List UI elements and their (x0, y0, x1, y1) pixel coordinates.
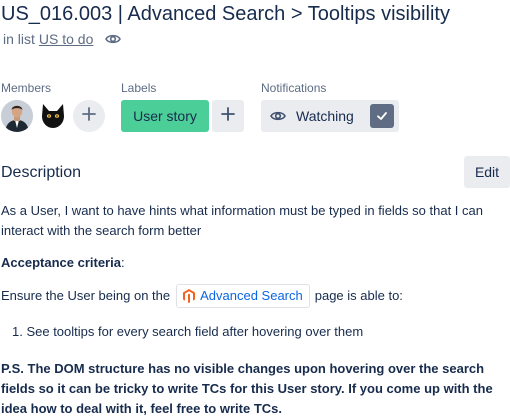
acceptance-colon: : (120, 255, 125, 270)
member-avatar[interactable] (1, 100, 33, 132)
card-title[interactable]: US_016.003 | Advanced Search > Tooltips … (1, 1, 450, 27)
acceptance-criteria-heading: Acceptance criteria (1, 255, 121, 270)
ensure-prefix: Ensure the User being on the (1, 288, 171, 303)
edit-description-button[interactable]: Edit (464, 156, 510, 188)
labels-label: Labels (121, 81, 157, 95)
acceptance-criteria-line: Acceptance criteria: (1, 253, 507, 273)
members-label: Members (1, 81, 52, 95)
add-member-button[interactable] (73, 100, 105, 132)
advanced-search-link-text: Advanced Search (200, 288, 303, 303)
watch-label: Watching (296, 108, 354, 124)
plus-icon (221, 106, 235, 126)
ps-note: P.S. The DOM structure has no visible ch… (1, 361, 493, 416)
plus-icon (82, 106, 96, 126)
description-heading: Description (1, 164, 82, 181)
eye-icon[interactable] (105, 31, 122, 47)
in-list-prefix: in list (3, 31, 35, 47)
list-info: in list US to do (3, 30, 122, 48)
watch-button[interactable]: Watching (261, 100, 399, 132)
label-user-story[interactable]: User story (121, 100, 209, 132)
description-paragraph: As a User, I want to have hints what inf… (1, 203, 483, 238)
list-name-link[interactable]: US to do (39, 30, 93, 48)
member-avatar[interactable] (37, 100, 69, 132)
list-item: 1. See tooltips for every search field a… (12, 324, 364, 339)
eye-icon (270, 108, 286, 124)
magento-icon (183, 289, 196, 303)
ensure-line: Ensure the User being on the Advanced Se… (1, 284, 507, 308)
notifications-label: Notifications (261, 81, 327, 95)
advanced-search-link[interactable]: Advanced Search (176, 284, 310, 308)
add-label-button[interactable] (212, 100, 244, 132)
ensure-suffix: page is able to: (314, 288, 403, 303)
check-icon (370, 104, 394, 128)
